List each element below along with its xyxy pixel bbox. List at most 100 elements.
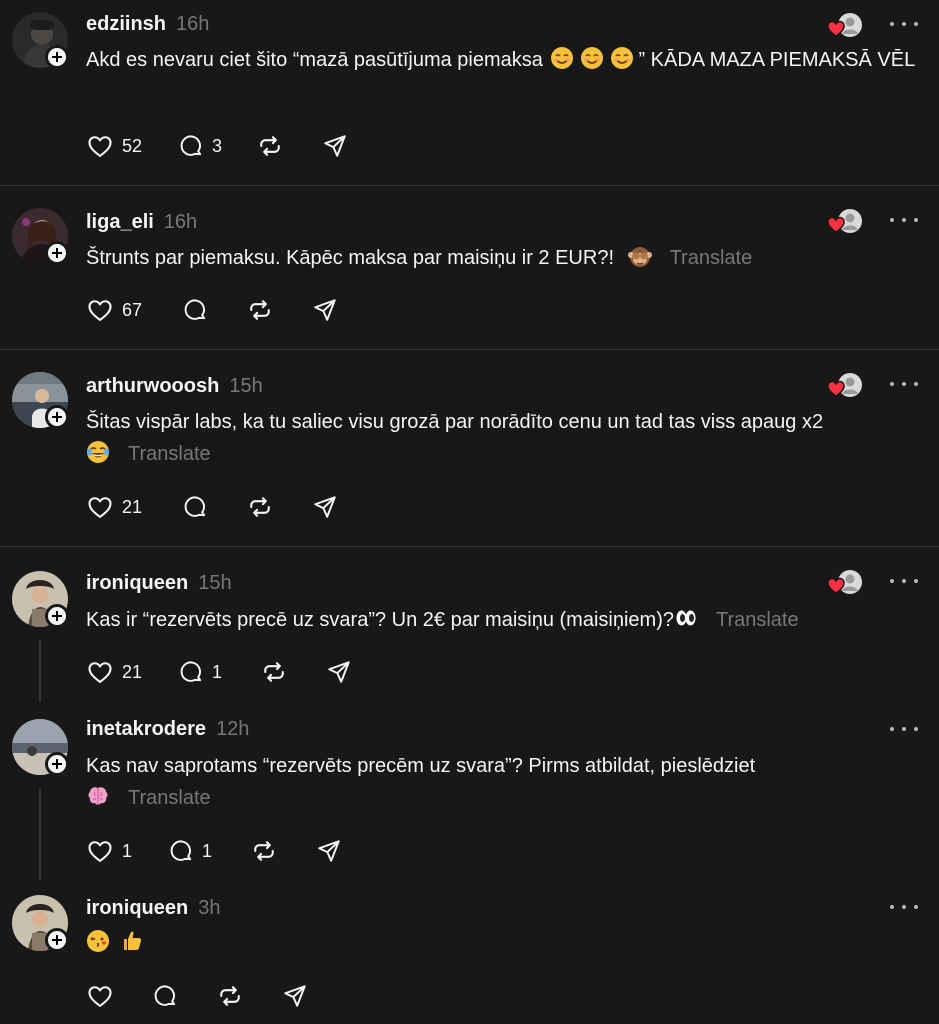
like-count: 21 xyxy=(122,496,143,517)
more-options-icon[interactable] xyxy=(890,374,918,394)
post-ironiqueen-reply: ironiqueen 3h xyxy=(0,885,939,1024)
thread-feed: edziinsh 16h Akd es nevaru ciet šito “maz… xyxy=(0,0,939,1024)
more-options-icon[interactable] xyxy=(890,210,918,230)
like-count: 67 xyxy=(122,299,143,320)
avatar[interactable] xyxy=(12,372,69,429)
timestamp: 15h xyxy=(198,572,232,594)
repost-button[interactable] xyxy=(256,130,284,162)
like-button[interactable]: 21 xyxy=(86,656,142,688)
heart-icon xyxy=(88,662,112,683)
share-button[interactable] xyxy=(312,491,338,523)
share-button[interactable] xyxy=(312,294,338,326)
like-count: 52 xyxy=(122,135,143,156)
follow-plus-icon[interactable] xyxy=(45,604,69,628)
send-icon xyxy=(318,840,340,862)
action-bar: 1 1 xyxy=(86,835,342,867)
avatar[interactable] xyxy=(12,895,69,952)
heart-icon xyxy=(88,136,112,157)
post-text: Štrunts par piemaksu. Kāpēc maksa par ma… xyxy=(86,242,921,274)
post-text-body: Kas ir “rezervēts precē uz svara”? Un 2€… xyxy=(86,609,674,631)
translate-link[interactable]: Translate xyxy=(670,247,753,269)
username[interactable]: inetakrodere xyxy=(86,718,206,740)
username[interactable]: ironiqueen xyxy=(86,572,188,594)
like-button[interactable]: 21 xyxy=(86,491,142,523)
like-button[interactable]: 67 xyxy=(86,294,142,326)
action-bar: 52 3 xyxy=(86,130,348,162)
heart-icon xyxy=(88,300,112,321)
send-icon xyxy=(328,661,350,683)
share-button[interactable] xyxy=(326,656,352,688)
send-icon xyxy=(314,496,336,518)
follow-plus-icon[interactable] xyxy=(45,928,69,952)
send-icon xyxy=(284,985,306,1007)
repost-button[interactable] xyxy=(246,294,274,326)
comment-icon xyxy=(170,840,192,861)
like-button[interactable] xyxy=(86,980,114,1012)
share-button[interactable] xyxy=(322,130,348,162)
translate-link[interactable]: Translate xyxy=(128,787,211,809)
timestamp: 16h xyxy=(176,13,210,35)
avatar[interactable] xyxy=(12,208,69,265)
avatar[interactable] xyxy=(12,12,69,69)
share-button[interactable] xyxy=(282,980,308,1012)
reply-button[interactable] xyxy=(182,491,208,523)
reply-button[interactable]: 3 xyxy=(178,130,222,162)
reply-button[interactable]: 1 xyxy=(168,835,212,867)
like-count: 1 xyxy=(122,840,133,861)
repost-button[interactable] xyxy=(246,491,274,523)
repost-button[interactable] xyxy=(250,835,278,867)
repost-button[interactable] xyxy=(260,656,288,688)
liked-by-author-icon xyxy=(826,208,866,236)
more-options-icon[interactable] xyxy=(890,897,918,917)
heart-icon xyxy=(88,497,112,518)
avatar[interactable] xyxy=(12,571,69,628)
liked-by-author-icon xyxy=(826,12,866,40)
reply-button[interactable]: 1 xyxy=(178,656,222,688)
translate-link[interactable]: Translate xyxy=(716,609,799,631)
reply-count: 3 xyxy=(212,135,223,156)
reply-button[interactable] xyxy=(152,980,178,1012)
thumbs-up-emoji xyxy=(124,931,142,950)
reply-button[interactable] xyxy=(182,294,208,326)
more-options-icon[interactable] xyxy=(890,571,918,591)
follow-plus-icon[interactable] xyxy=(45,241,69,265)
post-ironiqueen: ironiqueen 15h Kas ir “rezervēts precē uz… xyxy=(0,547,939,707)
more-options-icon[interactable] xyxy=(890,14,918,34)
post-meta: ironiqueen 3h xyxy=(86,896,220,920)
action-bar: 21 xyxy=(86,491,338,523)
send-icon xyxy=(324,135,346,157)
comment-icon xyxy=(180,661,202,682)
face-blowing-kiss-emoji xyxy=(87,930,109,952)
username[interactable]: liga_eli xyxy=(86,211,154,233)
like-button[interactable]: 1 xyxy=(86,835,132,867)
liked-by-author-icon xyxy=(826,569,866,597)
action-bar: 67 xyxy=(86,294,338,326)
comment-icon xyxy=(180,135,202,156)
post-text-body: Akd es nevaru ciet šito “mazā pasūtījuma… xyxy=(86,49,543,71)
timestamp: 3h xyxy=(198,897,221,919)
username[interactable]: ironiqueen xyxy=(86,897,188,919)
share-button[interactable] xyxy=(316,835,342,867)
follow-plus-icon[interactable] xyxy=(45,752,69,776)
username[interactable]: arthurwooosh xyxy=(86,375,219,397)
username[interactable]: edziinsh xyxy=(86,13,166,35)
avatar[interactable] xyxy=(12,719,69,776)
action-bar: 21 1 xyxy=(86,656,352,688)
post-text: Šitas vispār labs, ka tu saliec visu gro… xyxy=(86,406,921,470)
post-meta: liga_eli 16h xyxy=(86,210,197,234)
post-arthurwooosh: arthurwooosh 15h Šitas vispār labs, ka tu… xyxy=(0,350,939,546)
repost-icon xyxy=(254,841,274,861)
smiling-face-emoji xyxy=(551,47,574,69)
post-text-body: Štrunts par piemaksu. Kāpēc maksa par ma… xyxy=(86,247,614,269)
comment-icon xyxy=(184,496,206,517)
comment-icon xyxy=(184,299,206,320)
repost-button[interactable] xyxy=(216,980,244,1012)
more-options-icon[interactable] xyxy=(890,719,918,739)
translate-link[interactable]: Translate xyxy=(128,443,211,465)
liked-by-author-icon xyxy=(826,372,866,400)
like-button[interactable]: 52 xyxy=(86,130,142,162)
heart-icon xyxy=(88,841,112,862)
post-meta: arthurwooosh 15h xyxy=(86,374,263,398)
follow-plus-icon[interactable] xyxy=(45,405,69,429)
follow-plus-icon[interactable] xyxy=(45,45,69,69)
